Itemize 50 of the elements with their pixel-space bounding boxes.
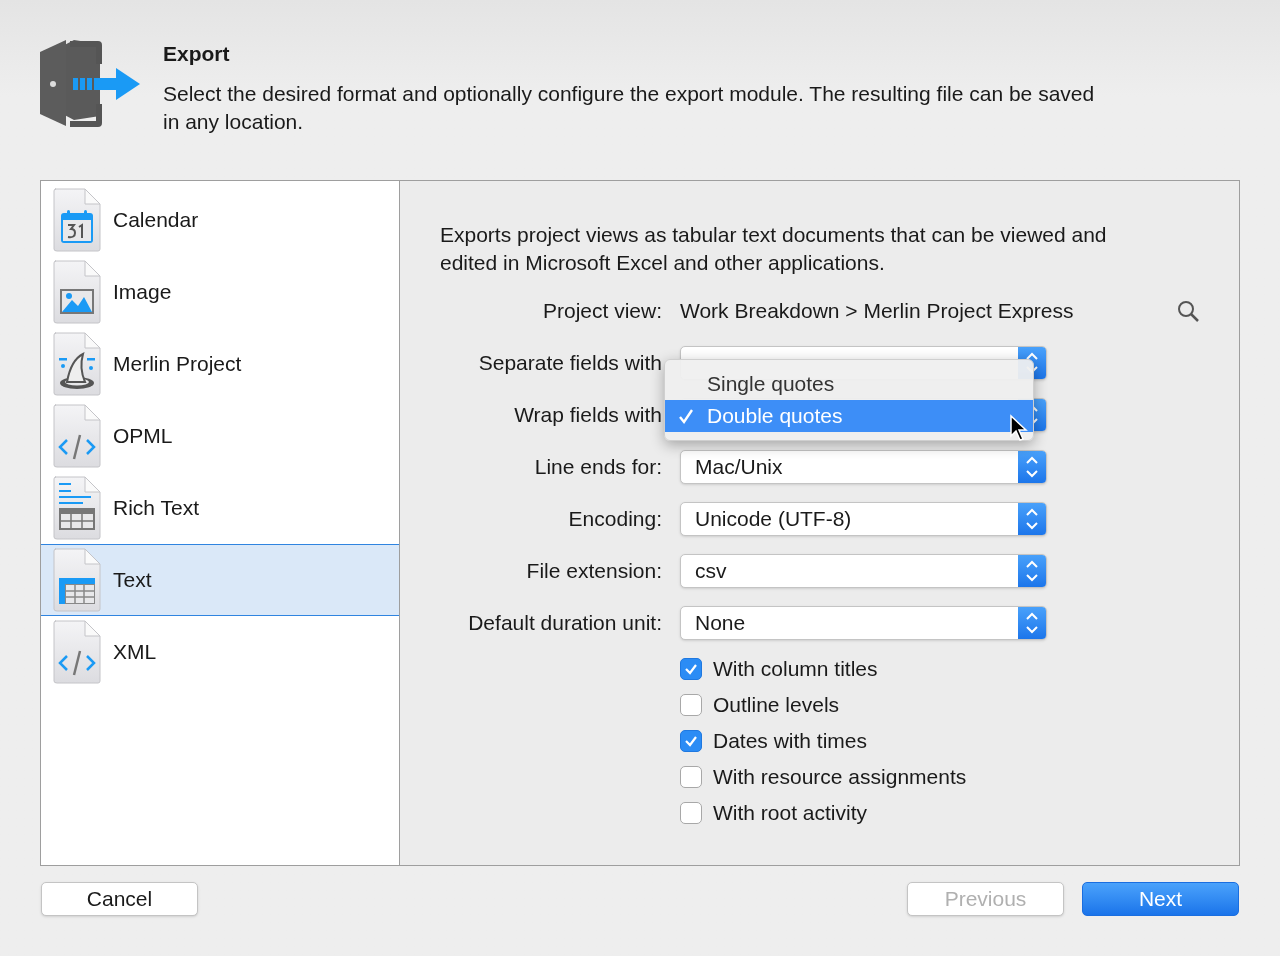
- stepper-icon: [1018, 555, 1046, 587]
- popup-button[interactable]: Unicode (UTF-8): [680, 502, 1047, 536]
- checkbox[interactable]: [680, 730, 702, 752]
- table-document-icon: [53, 476, 101, 540]
- menu-item[interactable]: Single quotes: [665, 368, 1033, 400]
- checkbox[interactable]: [680, 658, 702, 680]
- checkbox-label: With column titles: [713, 657, 878, 681]
- checkbox-label: Outline levels: [713, 693, 840, 717]
- checkbox-label: With root activity: [713, 801, 868, 825]
- calendar-document-icon: [53, 188, 101, 252]
- field-label: Wrap fields with: [513, 402, 662, 428]
- field-label: File extension:: [525, 558, 662, 584]
- cursor-icon: [1009, 414, 1029, 442]
- checkbox-label: Dates with times: [713, 729, 868, 753]
- format-item[interactable]: Merlin Project: [41, 328, 399, 400]
- check-icon: [684, 734, 698, 748]
- dialog-button[interactable]: Cancel: [41, 882, 198, 916]
- format-item[interactable]: Text: [41, 544, 399, 616]
- image-document-icon: [53, 260, 101, 324]
- search-icon[interactable]: [1177, 300, 1199, 322]
- field-label: Line ends for:: [533, 454, 662, 480]
- field-label: Encoding:: [567, 506, 662, 532]
- dialog-description: Select the desired format and optionally configure the export module. The resulting file can be saved in any location.: [163, 81, 1096, 135]
- stepper-icon: [1018, 607, 1046, 639]
- table-document-icon: [53, 548, 101, 612]
- stepper-icon: [1018, 451, 1046, 483]
- field-label: Separate fields with: [477, 350, 662, 376]
- checkbox[interactable]: [680, 802, 702, 824]
- dialog-title: Export: [163, 41, 231, 67]
- format-item[interactable]: Rich Text: [41, 472, 399, 544]
- code-document-icon: [53, 620, 101, 684]
- popup-button[interactable]: Mac/Unix: [680, 450, 1047, 484]
- format-item[interactable]: Image: [41, 256, 399, 328]
- format-description: Exports project views as tabular text documents that can be viewed and edited in Microsoft Excel and other applications.: [440, 222, 1108, 276]
- field-label: Project view:: [541, 298, 662, 324]
- code-document-icon: [53, 404, 101, 468]
- checkbox[interactable]: [680, 694, 702, 716]
- popup-button[interactable]: None: [680, 606, 1047, 640]
- format-item[interactable]: XML: [41, 616, 399, 688]
- stepper-icon: [1018, 503, 1046, 535]
- format-item[interactable]: Calendar: [41, 184, 399, 256]
- popup-button[interactable]: csv: [680, 554, 1047, 588]
- field-label: Default duration unit:: [467, 610, 662, 636]
- check-icon: [684, 662, 698, 676]
- checkbox-label: With resource assignments: [713, 765, 967, 789]
- checkbox[interactable]: [680, 766, 702, 788]
- wizard-hat-document-icon: [53, 332, 101, 396]
- project-view-path: Work Breakdown > Merlin Project Express: [680, 298, 1074, 325]
- format-item[interactable]: OPML: [41, 400, 399, 472]
- check-icon: [678, 408, 694, 424]
